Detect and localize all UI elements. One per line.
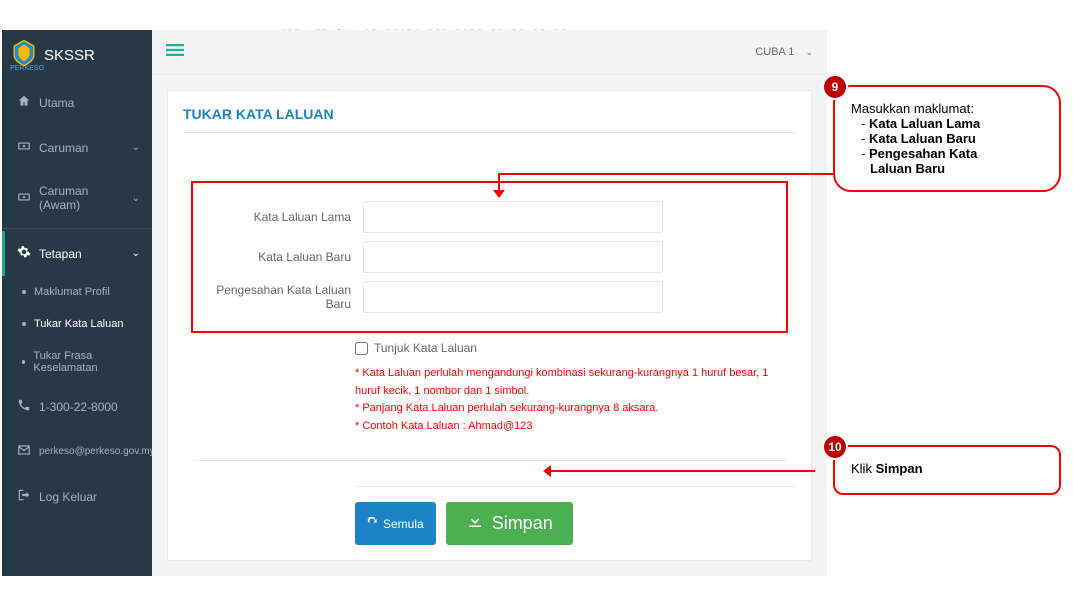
- bullet-icon: [22, 322, 26, 326]
- annotation-10-text-bold: Simpan: [876, 461, 923, 476]
- nav-tetapan[interactable]: Tetapan ⌄: [2, 231, 152, 276]
- nav-caruman-label: Caruman: [39, 141, 88, 155]
- annotation-9-item3a: Pengesahan Kata: [869, 146, 977, 161]
- tetapan-submenu: Maklumat Profil Tukar Kata Laluan Tukar …: [2, 276, 152, 384]
- bullet-icon: [22, 290, 26, 294]
- confirm-password-label: Pengesahan Kata Laluan Baru: [203, 283, 363, 311]
- gear-icon: [17, 245, 31, 262]
- download-icon: [466, 512, 484, 535]
- chevron-down-icon: ⌄: [132, 142, 140, 153]
- nav-logout[interactable]: Log Keluar: [2, 474, 152, 519]
- nav-utama[interactable]: Utama: [2, 80, 152, 125]
- sidebar: PERKESO SKSSR Utama Caruman ⌄ Caruman (A…: [2, 30, 152, 576]
- sidebar-header: PERKESO SKSSR: [2, 30, 152, 80]
- annotation-arrow-9-line-h: [498, 173, 833, 175]
- change-password-panel: TUKAR KATA LALUAN Kata Laluan Lama Kata …: [167, 90, 812, 561]
- app-title: SKSSR: [44, 47, 95, 64]
- nav-phone[interactable]: 1-300-22-8000: [2, 384, 152, 429]
- nav-email-label: perkeso@perkeso.gov.my: [39, 446, 155, 457]
- reset-button[interactable]: Semula: [355, 502, 436, 545]
- reset-button-label: Semula: [383, 517, 424, 531]
- user-dropdown[interactable]: CUBA 1 ⌄: [755, 46, 813, 58]
- new-password-input[interactable]: [363, 241, 663, 273]
- panel-title: TUKAR KATA LALUAN: [183, 106, 796, 133]
- home-icon: [17, 94, 31, 111]
- topbar: CUBA 1 ⌄: [152, 30, 827, 75]
- envelope-icon: [17, 443, 31, 460]
- user-dropdown-label: CUBA 1: [755, 46, 794, 58]
- phone-icon: [17, 398, 31, 415]
- sub-maklumat-profil[interactable]: Maklumat Profil: [2, 276, 152, 308]
- chevron-down-icon: ⌄: [132, 193, 140, 204]
- password-rule-1: * Kata Laluan perlulah mengandungi kombi…: [355, 365, 796, 400]
- annotation-badge-10: 10: [822, 434, 848, 460]
- password-rule-3: * Contoh Kata Laluan : Ahmad@123: [355, 418, 796, 436]
- nav-email[interactable]: perkeso@perkeso.gov.my: [2, 429, 152, 474]
- annotation-9-item2: Kata Laluan Baru: [869, 131, 976, 146]
- show-password-label: Tunjuk Kata Laluan: [374, 341, 477, 355]
- nav-caruman[interactable]: Caruman ⌄: [2, 125, 152, 170]
- money-icon: [17, 139, 31, 156]
- annotation-badge-9: 9: [822, 74, 848, 100]
- sub-tukar-kata-laluan-label: Tukar Kata Laluan: [34, 318, 123, 330]
- annotation-callout-10: 10 Klik Simpan: [833, 445, 1061, 495]
- show-password-checkbox[interactable]: [355, 342, 368, 355]
- bullet-icon: [22, 360, 25, 364]
- annotation-callout-9: 9 Masukkan maklumat: Kata Laluan Lama Ka…: [833, 85, 1061, 192]
- logout-icon: [17, 488, 31, 505]
- nav-logout-label: Log Keluar: [39, 490, 97, 504]
- button-row-separator: [193, 460, 786, 461]
- nav-caruman-awam[interactable]: Caruman (Awam) ⌄: [2, 170, 152, 226]
- sub-maklumat-profil-label: Maklumat Profil: [34, 286, 110, 298]
- save-button-label: Simpan: [492, 513, 553, 534]
- perkeso-logo: PERKESO: [10, 39, 44, 72]
- refresh-icon: [367, 517, 378, 531]
- password-form-highlight: Kata Laluan Lama Kata Laluan Baru Penges…: [193, 183, 786, 331]
- annotation-9-item1: Kata Laluan Lama: [869, 116, 980, 131]
- nav-utama-label: Utama: [39, 96, 74, 110]
- password-rule-2: * Panjang Kata Laluan perlulah sekurang-…: [355, 400, 796, 418]
- chevron-down-icon: ⌄: [132, 248, 140, 259]
- new-password-label: Kata Laluan Baru: [203, 250, 363, 264]
- sub-tukar-kata-laluan[interactable]: Tukar Kata Laluan: [2, 308, 152, 340]
- annotation-9-title: Masukkan maklumat:: [851, 101, 1043, 116]
- nav-divider: [2, 228, 152, 229]
- old-password-label: Kata Laluan Lama: [203, 210, 363, 224]
- hamburger-button[interactable]: [166, 41, 184, 64]
- nav-caruman-awam-label: Caruman (Awam): [39, 184, 132, 212]
- annotation-arrow-10-head: [543, 465, 551, 477]
- confirm-password-input[interactable]: [363, 281, 663, 313]
- save-button[interactable]: Simpan: [446, 502, 573, 545]
- sub-tukar-frasa[interactable]: Tukar Frasa Keselamatan: [2, 340, 152, 384]
- main-content: TUKAR KATA LALUAN Kata Laluan Lama Kata …: [152, 75, 827, 576]
- old-password-input[interactable]: [363, 201, 663, 233]
- money-icon: [17, 190, 31, 207]
- annotation-arrow-9-head: [493, 190, 505, 198]
- annotation-arrow-10-line: [550, 470, 815, 472]
- nav-tetapan-label: Tetapan: [39, 247, 82, 261]
- sub-tukar-frasa-label: Tukar Frasa Keselamatan: [33, 350, 140, 374]
- annotation-9-item3b: Laluan Baru: [870, 161, 945, 176]
- chevron-down-icon: ⌄: [805, 47, 813, 57]
- annotation-10-text-prefix: Klik: [851, 461, 876, 476]
- password-rules: * Kata Laluan perlulah mengandungi kombi…: [355, 365, 796, 435]
- nav-phone-label: 1-300-22-8000: [39, 400, 118, 414]
